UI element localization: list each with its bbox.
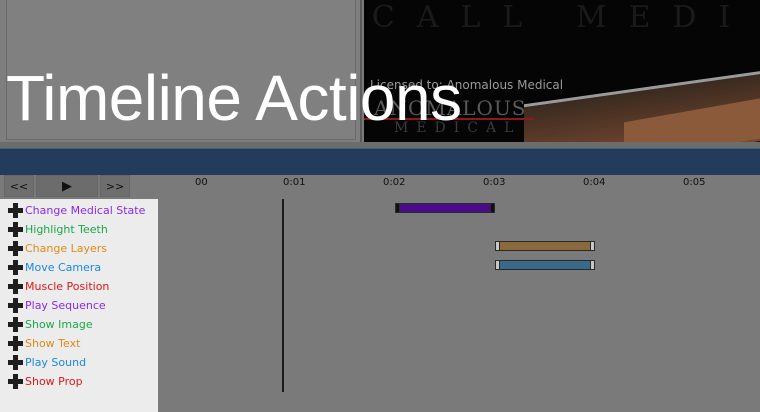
timeline-header-bar: [0, 148, 760, 175]
ruler-label: 00: [195, 177, 208, 188]
add-icon: [8, 298, 23, 313]
add-icon: [8, 279, 23, 294]
ruler-label: 0:04: [583, 177, 606, 188]
clip-handle[interactable]: [590, 241, 595, 251]
ruler-label: 0:02: [383, 177, 406, 188]
action-label: Show Prop: [25, 375, 83, 388]
transport-controls: << ▶ >>: [4, 175, 130, 197]
action-item[interactable]: Highlight Teeth: [0, 220, 158, 239]
ruler-label: 0:05: [683, 177, 706, 188]
add-icon: [8, 260, 23, 275]
action-label: Show Text: [25, 337, 81, 350]
timeline-clip[interactable]: [495, 241, 595, 251]
fast-forward-button[interactable]: >>: [100, 175, 130, 197]
add-icon: [8, 203, 23, 218]
add-icon: [8, 355, 23, 370]
action-item[interactable]: Change Layers: [0, 239, 158, 258]
overlay-title: Timeline Actions: [6, 62, 462, 134]
action-label: Play Sequence: [25, 299, 106, 312]
action-label: Highlight Teeth: [25, 223, 108, 236]
action-item[interactable]: Play Sequence: [0, 296, 158, 315]
add-icon: [8, 336, 23, 351]
add-icon: [8, 317, 23, 332]
rewind-button[interactable]: <<: [4, 175, 34, 197]
action-item[interactable]: Muscle Position: [0, 277, 158, 296]
viewport-banner: CALL MEDI: [371, 0, 753, 35]
timeline-clip[interactable]: [395, 203, 495, 213]
action-item[interactable]: Play Sound: [0, 353, 158, 372]
clip-handle[interactable]: [490, 203, 495, 213]
ruler-label: 0:03: [483, 177, 506, 188]
action-item[interactable]: Show Image: [0, 315, 158, 334]
clip-handle[interactable]: [590, 260, 595, 270]
clip-handle[interactable]: [495, 260, 500, 270]
ruler-label: 0:01: [283, 177, 306, 188]
action-item[interactable]: Show Prop: [0, 372, 158, 391]
action-item[interactable]: Show Text: [0, 334, 158, 353]
add-icon: [8, 374, 23, 389]
play-button[interactable]: ▶: [36, 175, 98, 197]
action-label: Change Layers: [25, 242, 108, 255]
clip-handle[interactable]: [495, 241, 500, 251]
action-item[interactable]: Change Medical State: [0, 201, 158, 220]
playhead[interactable]: [282, 199, 284, 392]
timeline-clip[interactable]: [495, 260, 595, 270]
action-label: Play Sound: [25, 356, 87, 369]
action-label: Change Medical State: [25, 204, 146, 217]
action-label: Muscle Position: [25, 280, 110, 293]
clip-handle[interactable]: [395, 203, 400, 213]
add-icon: [8, 222, 23, 237]
action-label: Show Image: [25, 318, 93, 331]
track-area[interactable]: [158, 199, 760, 412]
action-label: Move Camera: [25, 261, 102, 274]
action-list: Change Medical State Highlight Teeth Chang…: [0, 199, 158, 412]
add-icon: [8, 241, 23, 256]
action-item[interactable]: Move Camera: [0, 258, 158, 277]
